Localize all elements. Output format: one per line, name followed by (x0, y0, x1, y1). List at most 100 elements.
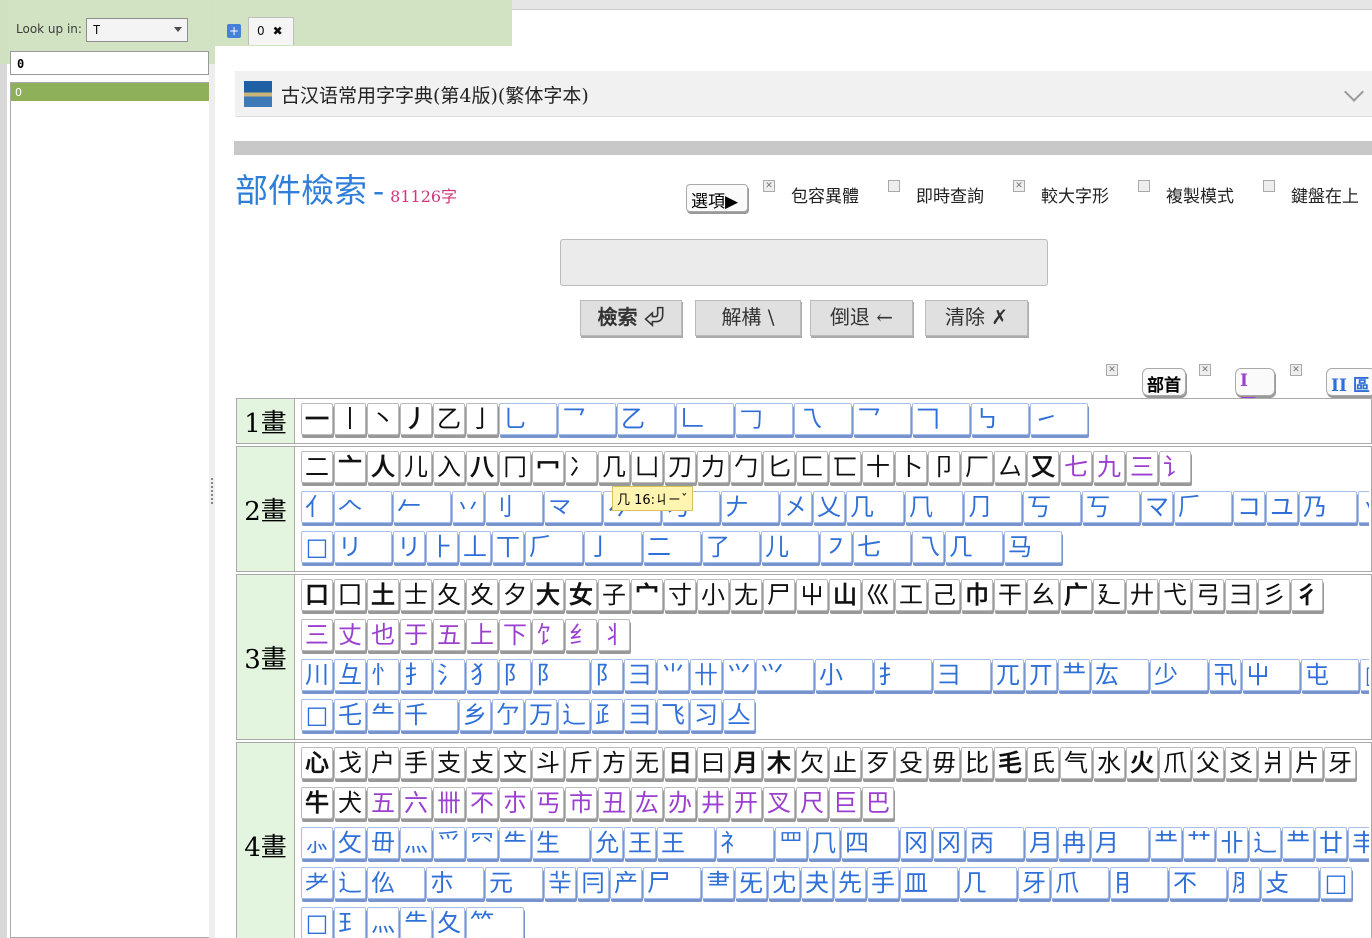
component-key[interactable]: ⺝ (1110, 867, 1168, 899)
component-key[interactable]: 丷 (1358, 491, 1369, 523)
component-key[interactable]: 乙 (617, 403, 675, 435)
component-key[interactable]: 𠘨 (905, 491, 963, 523)
component-key[interactable]: 月 (1091, 827, 1149, 859)
query-input[interactable] (560, 239, 1048, 286)
component-key[interactable]: 龷 (1282, 827, 1314, 859)
component-key[interactable]: 巛 (862, 579, 894, 611)
component-key[interactable]: 土 (367, 579, 399, 611)
search-input[interactable]: 0 (10, 51, 209, 75)
component-key[interactable]: 丶 (367, 403, 399, 435)
component-key[interactable]: ㇉ (971, 403, 1029, 435)
component-key[interactable]: 了 (702, 531, 760, 563)
option-keyboard[interactable]: 鍵盤在上 (1263, 180, 1359, 207)
component-key[interactable]: 冫 (565, 451, 597, 483)
component-key[interactable]: 囗 (334, 579, 366, 611)
component-key[interactable]: 牛 (301, 787, 333, 819)
component-key[interactable]: ⺆ (964, 491, 1022, 523)
component-key[interactable]: 𠘧 (959, 867, 1017, 899)
component-key[interactable]: 爪 (1159, 747, 1191, 779)
component-key[interactable]: 氏 (1027, 747, 1059, 779)
component-key[interactable]: 厂 (961, 451, 993, 483)
component-key[interactable]: 攵 (334, 827, 366, 859)
component-key[interactable]: リ (393, 531, 425, 563)
component-key[interactable]: ⺼ (1228, 867, 1260, 899)
component-key[interactable]: 爫 (433, 827, 465, 859)
component-key[interactable]: 文 (499, 747, 531, 779)
component-key[interactable]: 尢 (730, 579, 762, 611)
component-key[interactable]: 亅 (584, 531, 642, 563)
component-key[interactable]: 支 (433, 747, 465, 779)
component-key[interactable]: 乇 (334, 699, 366, 731)
list-item[interactable]: 0 (11, 83, 209, 101)
component-key[interactable]: 王 (624, 827, 656, 859)
component-key[interactable]: 匕 (763, 451, 795, 483)
component-key[interactable]: 允 (591, 827, 623, 859)
component-key[interactable]: 一 (301, 403, 333, 435)
component-key[interactable]: 卝 (1216, 827, 1248, 859)
component-key[interactable]: 先 (834, 867, 866, 899)
component-key[interactable]: ⺍ (723, 659, 755, 691)
checkbox[interactable]: ✕ (1106, 364, 1118, 376)
component-key[interactable]: 卌 (433, 787, 465, 819)
component-key[interactable]: 屯 (1301, 659, 1359, 691)
component-key[interactable]: ⺸ (544, 867, 576, 899)
component-key[interactable]: 月 (730, 747, 762, 779)
component-key[interactable]: 丈 (334, 619, 366, 651)
component-key[interactable]: 毛 (994, 747, 1026, 779)
component-key[interactable]: 攴 (1261, 867, 1319, 899)
component-key[interactable]: 元 (485, 867, 543, 899)
component-key[interactable]: 尺 (796, 787, 828, 819)
component-key[interactable]: 讠 (1159, 451, 1191, 483)
component-key[interactable]: 忄 (367, 659, 399, 691)
component-key[interactable]: 丂 (1023, 491, 1081, 523)
component-key[interactable]: □ (301, 699, 333, 731)
component-key[interactable]: 小 (697, 579, 729, 611)
component-key[interactable]: ⺿ (1183, 827, 1215, 859)
results-list[interactable]: 0 (10, 82, 210, 938)
component-key[interactable]: 手 (867, 867, 899, 899)
component-key[interactable]: 丄 (459, 531, 491, 563)
component-key[interactable]: 心 (301, 747, 333, 779)
component-key[interactable]: 下 (499, 619, 531, 651)
component-key[interactable]: ⺕ (624, 699, 656, 731)
backspace-button[interactable]: 倒退 ← (810, 300, 913, 336)
add-tab-button[interactable]: + (227, 24, 241, 38)
component-key[interactable]: 阝 (532, 659, 590, 691)
chevron-down-icon[interactable] (1344, 82, 1364, 102)
component-key[interactable]: 日 (664, 747, 696, 779)
component-key[interactable]: 几 (598, 451, 630, 483)
clear-button[interactable]: 清除 ✗ (925, 300, 1028, 336)
option-instant[interactable]: 即時查詢 (888, 180, 984, 207)
component-key[interactable]: 宀 (631, 579, 663, 611)
component-key[interactable]: 辶 (1249, 827, 1281, 859)
component-key[interactable]: 丰 (1348, 827, 1369, 859)
component-key[interactable]: 也 (367, 619, 399, 651)
component-key[interactable]: 彐 (624, 659, 656, 691)
component-key[interactable]: 产 (610, 867, 642, 899)
component-key[interactable]: 亅 (466, 403, 498, 435)
component-key[interactable]: 彐 (1225, 579, 1257, 611)
component-key[interactable]: 屮 (1242, 659, 1300, 691)
component-key[interactable]: 己 (928, 579, 960, 611)
radical-tag-button[interactable]: 部首 (1142, 368, 1186, 396)
component-key[interactable]: 冈 (900, 827, 932, 859)
component-key[interactable]: 廴 (1093, 579, 1125, 611)
component-key[interactable]: 厷 (1091, 659, 1149, 691)
component-key[interactable]: マ (1141, 491, 1173, 523)
component-key[interactable]: ㇇ (820, 531, 852, 563)
component-key[interactable]: 五 (367, 787, 399, 819)
component-key[interactable]: 士 (400, 579, 432, 611)
component-key[interactable]: 厷 (631, 787, 663, 819)
component-key[interactable]: ユ (1266, 491, 1298, 523)
component-key[interactable]: リ (334, 531, 392, 563)
zone-1-tag-button[interactable]: I 區 (1235, 368, 1275, 416)
component-key[interactable]: 川 (301, 659, 333, 691)
component-key[interactable]: 夂 (433, 579, 465, 611)
component-key[interactable]: 牙 (1018, 867, 1050, 899)
component-key[interactable]: 阝 (499, 659, 531, 691)
component-key[interactable]: 耂 (301, 867, 333, 899)
component-key[interactable]: 巨 (829, 787, 861, 819)
component-key[interactable]: 亇 (492, 699, 524, 731)
component-key[interactable]: 𠃊 (676, 403, 734, 435)
dictionary-header[interactable]: 古汉语常用字字典(第4版)(繁体字本) (235, 71, 1372, 117)
